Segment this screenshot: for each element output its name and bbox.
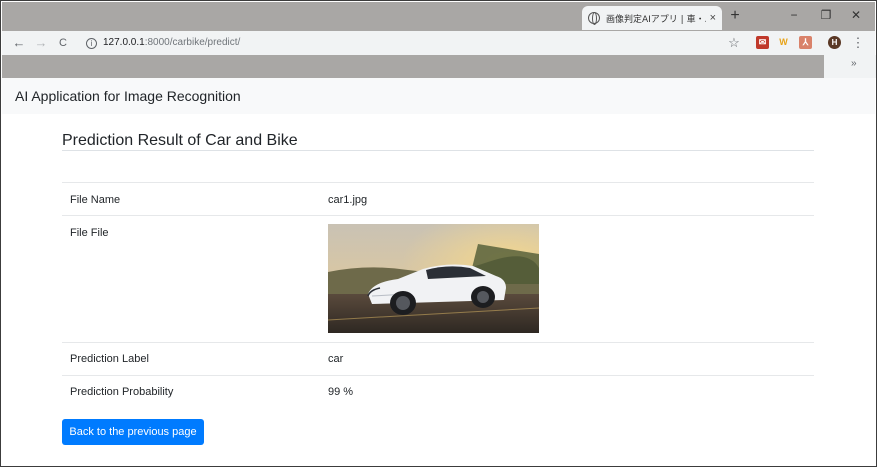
avatar[interactable]: H	[828, 36, 841, 49]
row-label: File File	[70, 227, 109, 239]
row-divider	[62, 342, 814, 343]
forward-arrow-icon[interactable]: →	[33, 34, 49, 52]
globe-icon	[588, 12, 600, 25]
row-value: 99 %	[328, 386, 354, 398]
app-navbar: AI Application for Image Recognition	[2, 78, 875, 114]
bookmarks-more-icon[interactable]: »	[851, 58, 857, 69]
row-label: Prediction Probability	[70, 386, 174, 398]
browser-window: 画像判定AIアプリ | 車・バイク × + − ❐ ✕ ← → C i 127.…	[0, 0, 877, 467]
close-window-button[interactable]: ✕	[846, 7, 866, 23]
info-icon[interactable]: i	[86, 37, 97, 49]
uploaded-car-image	[328, 224, 539, 333]
bookmark-star-icon[interactable]: ☆	[726, 34, 742, 52]
new-tab-button[interactable]: +	[728, 8, 742, 24]
url-host: 127.0.0.1	[103, 37, 145, 48]
bookmarks-overflow-area	[824, 55, 876, 78]
browser-toolbar: ← → C i 127.0.0.1:8000/carbike/predict/ …	[2, 31, 875, 55]
browser-titlebar	[2, 2, 875, 31]
address-bar[interactable]: i 127.0.0.1:8000/carbike/predict/	[86, 35, 240, 51]
back-arrow-icon[interactable]: ←	[11, 34, 27, 52]
row-label: Prediction Label	[70, 353, 149, 365]
row-label: File Name	[70, 194, 121, 206]
table-top-border	[62, 182, 814, 183]
tab-title: 画像判定AIアプリ | 車・バイク	[606, 14, 706, 25]
row-divider	[62, 215, 814, 216]
page-title: Prediction Result of Car and Bike	[62, 132, 298, 149]
title-divider	[62, 150, 814, 151]
menu-icon[interactable]: ⋮	[850, 34, 866, 52]
tab-close-icon[interactable]: ×	[710, 12, 716, 24]
row-divider	[62, 375, 814, 376]
back-button[interactable]: Back to the previous page	[62, 419, 204, 445]
extension-mail-icon[interactable]: ✉	[756, 36, 769, 49]
row-value: car1.jpg	[328, 194, 368, 206]
browser-tab[interactable]: 画像判定AIアプリ | 車・バイク ×	[582, 6, 722, 30]
restore-button[interactable]: ❐	[816, 7, 836, 23]
car-photo	[328, 224, 539, 333]
reload-icon[interactable]: C	[55, 34, 71, 52]
bookmarks-bar	[2, 55, 824, 78]
url-path: :8000/carbike/predict/	[144, 37, 241, 48]
navbar-brand[interactable]: AI Application for Image Recognition	[15, 88, 241, 104]
minimize-button[interactable]: −	[784, 7, 804, 23]
extension-pdf-icon[interactable]: ⅄	[799, 36, 812, 49]
row-value: car	[328, 353, 344, 365]
extension-w-icon[interactable]: W	[777, 36, 790, 49]
